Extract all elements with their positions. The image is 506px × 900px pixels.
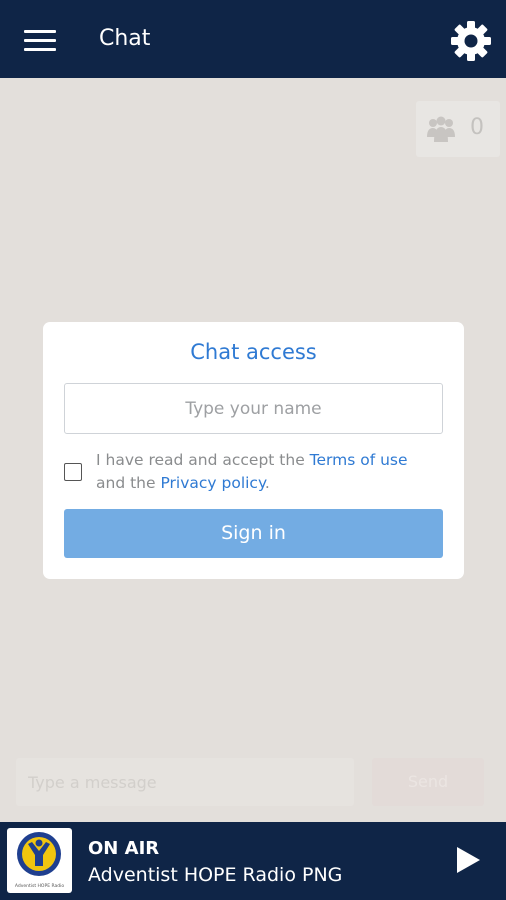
gear-icon[interactable] [450,20,492,62]
top-app-bar: Chat [0,0,506,78]
consent-text: I have read and accept the Terms of use … [96,451,408,492]
hamburger-menu-icon[interactable] [24,30,56,52]
message-input[interactable] [16,758,354,806]
on-air-label: ON AIR [88,838,160,859]
station-logo-text: Adventist HOPE Radio [14,884,65,889]
station-logo: Adventist HOPE Radio [7,828,72,893]
users-group-icon [427,116,455,142]
dialog-title: Chat access [190,340,317,364]
accept-terms-checkbox[interactable] [64,463,82,481]
online-users-counter[interactable]: 0 [416,101,500,157]
play-icon[interactable] [455,846,481,874]
privacy-policy-link[interactable]: Privacy policy [160,474,264,492]
page-title: Chat [99,26,151,51]
name-input[interactable] [64,383,443,434]
sign-in-button[interactable]: Sign in [64,509,443,558]
chat-access-dialog: Chat access I have read and accept the T… [43,322,464,579]
terms-of-use-link[interactable]: Terms of use [310,451,408,469]
send-button[interactable]: Send [372,758,484,806]
radio-player-bar: Adventist HOPE Radio ON AIR Adventist HO… [0,822,506,900]
station-name: Adventist HOPE Radio PNG [88,864,343,886]
online-users-count: 0 [470,115,484,140]
